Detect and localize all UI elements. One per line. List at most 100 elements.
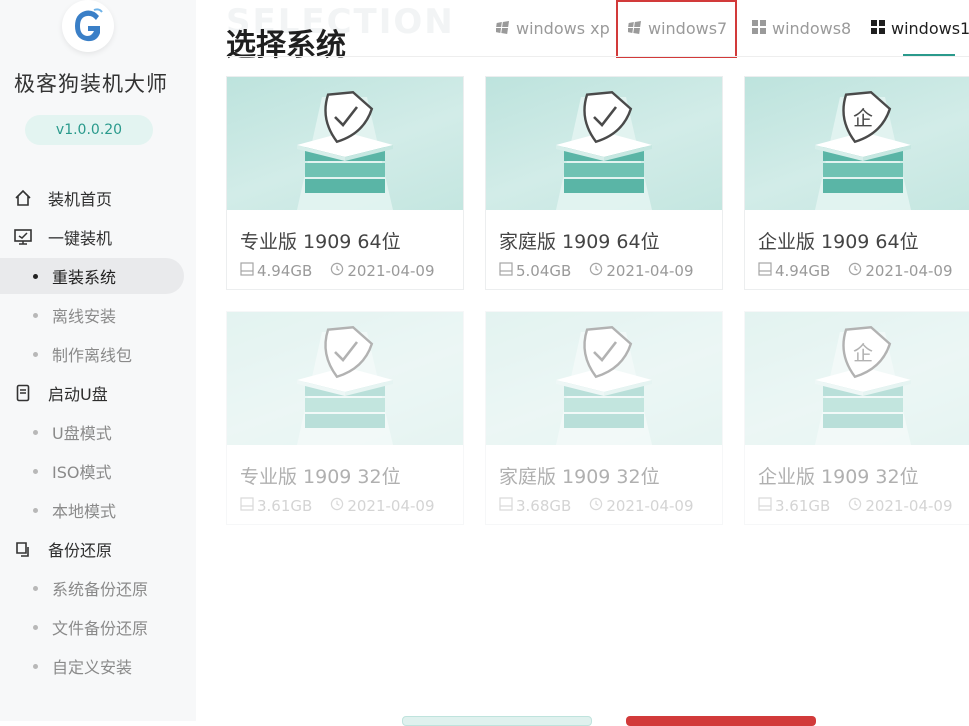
bullet-icon [33,624,38,630]
version-badge: v1.0.0.20 [25,115,153,145]
system-thumbnail [486,77,722,210]
sidebar-item-label: ISO模式 [52,463,112,482]
sidebar-item-label: 装机首页 [48,190,113,209]
clock-icon [330,497,344,515]
annotation-highlight-box [616,0,737,58]
tab-label: windows xp [516,18,610,38]
sidebar-item-label: 自定义安装 [52,658,133,677]
system-date: 2021-04-09 [606,497,694,515]
bullet-icon [33,429,38,435]
system-name: 企业版 1909 64位 [758,231,919,253]
sidebar: 极客狗装机大师 v1.0.0.20 装机首页 一键装机 重装系统 离线安装 制作… [0,0,196,721]
windows-10-icon [871,19,885,38]
sidebar-item-label: 启动U盘 [48,385,108,404]
sidebar-item-label: 文件备份还原 [52,619,149,638]
system-card[interactable]: 专业版 1909 64位 4.94GB 2021-04-09 [226,76,464,290]
disk-size-icon [240,497,254,515]
install-box-illustration [297,91,393,210]
tab-windows-10[interactable]: windows1 [871,14,969,42]
install-box-illustration [556,91,652,210]
system-meta: 3.61GB 2021-04-09 [240,497,435,515]
sidebar-item-offline-install[interactable]: 离线安装 [0,297,184,333]
system-thumbnail [227,312,463,445]
system-meta: 4.94GB 2021-04-09 [758,262,953,280]
system-name: 家庭版 1909 32位 [499,466,660,488]
sidebar-item-one-click-install[interactable]: 一键装机 [0,219,184,255]
system-date: 2021-04-09 [865,497,953,515]
system-size: 4.94GB [257,262,313,280]
system-card[interactable]: 企 企业版 1909 32位 3.61GB 2021-04-09 [744,311,969,525]
sidebar-item-reinstall-system[interactable]: 重装系统 [0,258,184,294]
clock-icon [330,262,344,280]
bullet-icon [33,507,38,513]
monitor-icon [12,226,34,248]
system-card[interactable]: 专业版 1909 32位 3.61GB 2021-04-09 [226,311,464,525]
app-logo [62,0,114,52]
system-size: 3.61GB [257,497,313,515]
sidebar-item-home[interactable]: 装机首页 [0,180,184,216]
disk-size-icon [499,262,513,280]
system-name: 专业版 1909 64位 [240,231,401,253]
tab-windows-xp[interactable]: windows xp [495,14,610,42]
backup-icon [12,538,34,560]
system-thumbnail: 企 [745,77,969,210]
system-card[interactable]: 企 企业版 1909 64位 4.94GB 2021-04-09 [744,76,969,290]
sidebar-item-system-backup[interactable]: 系统备份还原 [0,570,184,606]
windows-xp-icon [495,19,510,38]
sidebar-item-backup-restore[interactable]: 备份还原 [0,531,184,567]
clock-icon [848,262,862,280]
page-title: 选择系统 [226,28,346,63]
system-thumbnail: 企 [745,312,969,445]
disk-size-icon [240,262,254,280]
tab-label: windows8 [772,18,852,38]
sidebar-item-custom-install[interactable]: 自定义安装 [0,648,184,684]
system-name: 企业版 1909 32位 [758,466,919,488]
sidebar-item-local-mode[interactable]: 本地模式 [0,492,184,528]
bullet-icon [33,351,38,357]
g-logo-icon [75,8,103,42]
sidebar-item-label: U盘模式 [52,424,112,443]
system-size: 3.68GB [516,497,572,515]
sidebar-item-file-backup[interactable]: 文件备份还原 [0,609,184,645]
home-icon [12,187,34,209]
sidebar-item-boot-usb[interactable]: 启动U盘 [0,375,184,411]
system-size: 4.94GB [775,262,831,280]
system-date: 2021-04-09 [347,262,435,280]
sidebar-item-label: 系统备份还原 [52,580,149,599]
clock-icon [589,497,603,515]
system-name: 专业版 1909 32位 [240,466,401,488]
sidebar-item-make-offline-package[interactable]: 制作离线包 [0,336,184,372]
windows-8-icon [752,19,766,38]
enterprise-badge-text: 企 [853,341,873,365]
usb-drive-icon [12,382,34,404]
install-box-illustration [556,326,652,445]
system-date: 2021-04-09 [347,497,435,515]
sidebar-item-usb-mode[interactable]: U盘模式 [0,414,184,450]
system-card[interactable]: 家庭版 1909 64位 5.04GB 2021-04-09 [485,76,723,290]
tab-windows-8[interactable]: windows8 [752,14,851,42]
clock-icon [848,497,862,515]
system-thumbnail [227,77,463,210]
system-meta: 3.68GB 2021-04-09 [499,497,694,515]
system-card[interactable]: 家庭版 1909 32位 3.68GB 2021-04-09 [485,311,723,525]
system-thumbnail [486,312,722,445]
header-divider [226,56,969,57]
bullet-icon [33,663,38,669]
sidebar-item-label: 制作离线包 [52,346,133,365]
sidebar-item-label: 备份还原 [48,541,113,560]
secondary-action-button[interactable] [402,716,592,726]
clock-icon [589,262,603,280]
system-size: 3.61GB [775,497,831,515]
primary-action-button[interactable] [626,716,816,726]
sidebar-item-label: 本地模式 [52,502,117,521]
sidebar-item-label: 一键装机 [48,229,113,248]
bullet-icon [33,312,38,318]
system-meta: 4.94GB 2021-04-09 [240,262,435,280]
disk-size-icon [758,497,772,515]
main-panel: SELECTION 选择系统 windows xp windows7 windo… [196,0,969,726]
install-box-illustration [297,326,393,445]
install-box-illustration: 企 [815,91,911,210]
sidebar-item-label: 重装系统 [52,268,117,287]
sidebar-item-iso-mode[interactable]: ISO模式 [0,453,184,489]
system-size: 5.04GB [516,262,572,280]
